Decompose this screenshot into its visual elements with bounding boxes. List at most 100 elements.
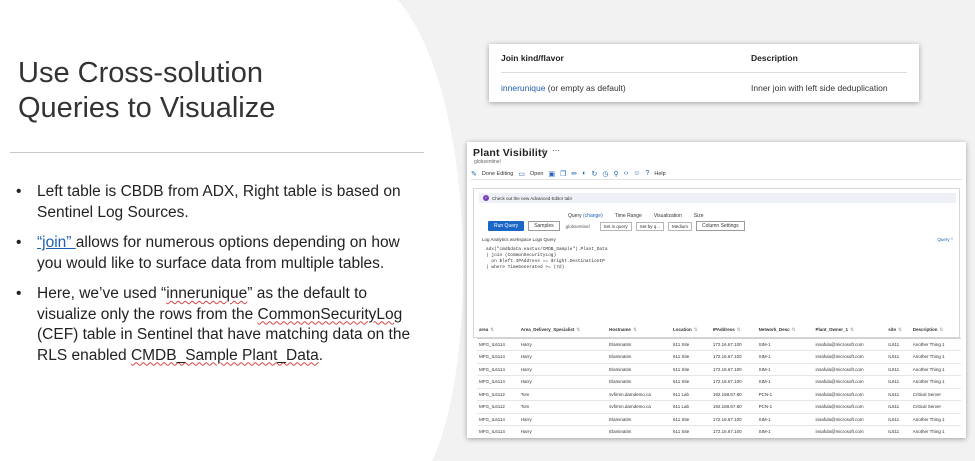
join-kind-table: Join kind/flavor Description innerunique… [489, 44, 919, 102]
column-header[interactable]: Description ⇅ [910, 323, 961, 339]
save-icon[interactable]: ▣ [548, 170, 555, 178]
cell-specialist: Harry [518, 363, 608, 376]
cell-area: MFG_IL6112 [477, 388, 519, 401]
cell-hostname: Elaminatim [607, 350, 672, 364]
table-row[interactable]: MFG_IL6112 Tom svfirmn.damdemo.ca 611 Lab 19… [477, 388, 961, 401]
workbook-title: Plant Visibility [473, 147, 548, 159]
bullet-text: Here, we’ve used “ [37, 285, 167, 302]
sort-icon[interactable]: ⇅ [490, 327, 494, 332]
cell-area: MFG_IL6114 [477, 413, 519, 426]
visualization-select[interactable]: Set by q... [635, 221, 664, 231]
column-header[interactable]: area ⇅ [477, 323, 519, 339]
cell-description: Critical Server [910, 400, 961, 414]
open-button[interactable]: Open [530, 171, 543, 177]
cell-owner: insafula@microsoft.com [813, 338, 887, 351]
join-kind-header: Join kind/flavor [501, 53, 564, 63]
sort-icon[interactable]: ⇅ [576, 327, 580, 332]
column-header[interactable]: IPAddress ⇅ [710, 323, 757, 339]
done-editing-button[interactable]: Done Editing [482, 171, 514, 177]
table-row[interactable]: MFG_IL6112 Tom svfirmn.damdemo.ca 611 Lab 19… [477, 400, 961, 414]
time-range-select[interactable]: Set in query [599, 221, 632, 231]
table-row[interactable]: MFG_IL6114 Harry Elaminatim 611 Site 172.16.… [477, 413, 961, 426]
table-row[interactable]: MFG_IL6114 Harry Elaminatim 611 Site 172.16.… [477, 338, 961, 351]
info-icon: ✓ [483, 195, 489, 201]
sort-icon[interactable]: ⇅ [850, 327, 854, 332]
sort-icon[interactable]: ⇅ [940, 327, 944, 332]
cell-network: SIM-1 [756, 338, 814, 351]
more-icon[interactable]: ⋯ [552, 146, 560, 155]
cell-site: IL611 [886, 413, 911, 426]
table-row[interactable]: MFG_IL6114 Harry Elaminatim 611 Site 172.16.… [477, 375, 961, 389]
bullet-text: allows for numerous options depending on… [37, 234, 400, 272]
help-icon[interactable]: ? [645, 170, 649, 177]
refresh-icon[interactable]: ↻ [591, 170, 597, 178]
help-button[interactable]: Help [654, 171, 665, 177]
cell-location: 611 Site [671, 363, 711, 376]
cell-area: MFG_IL6114 [477, 350, 519, 364]
cell-network: SIM-1 [756, 350, 814, 364]
run-query-button[interactable]: Run Query [488, 221, 525, 231]
cell-network: PCN-1 [756, 388, 814, 401]
code-icon[interactable]: ‹› [624, 170, 629, 177]
size-select[interactable]: Medium [667, 221, 692, 231]
column-header[interactable]: site ⇅ [886, 323, 911, 339]
edit-icon[interactable]: ✎ [471, 170, 477, 178]
column-header[interactable]: Hostname ⇅ [607, 323, 672, 339]
table-row[interactable]: MFG_IL6114 Harry Elaminatim 611 Site 172.16.… [477, 425, 961, 438]
pin-icon[interactable]: ✧ [540, 147, 547, 156]
clock-icon[interactable]: ◷ [602, 170, 608, 178]
bullet-item: • “join” allows for numerous options dep… [16, 233, 411, 274]
cell-description: Critical Server [910, 388, 961, 401]
query-editor[interactable]: adx("cmdbdata.eastus/CMDB_Sample").Plant… [486, 247, 608, 271]
join-link[interactable]: “join” [37, 234, 76, 251]
query-panel: ✓ Check out the new Advanced Editor tab!… [473, 188, 960, 338]
sort-icon[interactable]: ⇅ [737, 327, 741, 332]
table-row[interactable]: MFG_IL6114 Harry Elaminatim 611 Site 172.16.… [477, 363, 961, 376]
join-table-row: innerunique (or empty as default) Inner … [501, 73, 907, 102]
change-link[interactable]: (change) [583, 213, 603, 219]
sort-icon[interactable]: ⇅ [633, 327, 637, 332]
cell-owner: insafula@microsoft.com [813, 400, 887, 414]
query-controls: Run Query Samples globsentinel Set in qu… [488, 221, 745, 231]
results-header-row: area ⇅ Area_Delivery_Specialist ⇅ Hostname… [477, 323, 961, 339]
bullet-text: . [318, 346, 324, 364]
cell-description: Another Thing 1 [910, 363, 961, 376]
cell-ip: 192.168.67.80 [710, 388, 757, 401]
innerunique-link[interactable]: innerunique [501, 83, 545, 93]
pencil-icon[interactable]: ✏ [571, 170, 577, 178]
sort-icon[interactable]: ⇅ [792, 327, 796, 332]
sort-icon[interactable]: ⇅ [694, 327, 698, 332]
cell-network: PCN-1 [756, 400, 814, 414]
cell-site: IL611 [886, 425, 911, 438]
query-collapse-link[interactable]: Query ^ [937, 237, 953, 242]
table-row[interactable]: MFG_IL6114 Harry Elaminatim 611 Site 172.16.… [477, 350, 961, 364]
samples-button[interactable]: Samples [528, 221, 560, 231]
column-settings-button[interactable]: Column Settings [695, 221, 745, 231]
palette-icon[interactable]: ◐ [582, 170, 586, 177]
copy-icon[interactable]: ❐ [560, 170, 566, 178]
folder-icon[interactable]: ▭ [518, 170, 525, 178]
cell-ip: 172.16.67.100 [710, 425, 757, 438]
feedback-icon[interactable]: ☺ [633, 170, 640, 177]
cell-hostname: Elaminatim [607, 363, 672, 376]
cell-hostname: svfirmn.damdemo.ca [607, 388, 672, 401]
cell-description: Another Thing 1 [910, 375, 961, 389]
cell-area: MFG_IL6112 [477, 400, 519, 414]
cell-description: Another Thing 1 [910, 350, 961, 364]
workbook-toolbar: ✎ Done Editing ▭ Open ▣ ❐ ✏ ◐ ↻ ◷ ⚲ ‹› ☺… [471, 168, 962, 180]
join-kind-cell: innerunique (or empty as default) [501, 83, 751, 93]
cell-network: SIM-1 [756, 425, 814, 438]
column-header-label: Location [673, 327, 692, 333]
cell-site: IL611 [886, 388, 911, 401]
description-cell: Inner join with left side deduplication [751, 82, 888, 93]
column-header[interactable]: Area_Delivery_Specialist ⇅ [518, 323, 608, 339]
pin-toolbar-icon[interactable]: ⚲ [613, 170, 618, 178]
column-header[interactable]: Network_Desc ⇅ [756, 323, 814, 339]
cell-owner: insafula@microsoft.com [813, 413, 887, 426]
column-header[interactable]: Location ⇅ [671, 323, 711, 339]
results-grid: area ⇅ Area_Delivery_Specialist ⇅ Hostname… [477, 323, 961, 438]
query-label-text: Query [568, 213, 582, 219]
column-header[interactable]: Plant_Owner_1 ⇅ [813, 323, 887, 339]
cell-hostname: Elaminatim [607, 375, 672, 389]
sort-icon[interactable]: ⇅ [898, 327, 902, 332]
